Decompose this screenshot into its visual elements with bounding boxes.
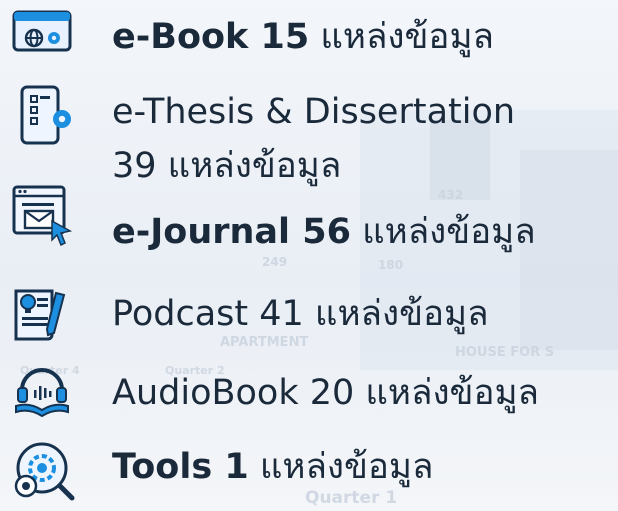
ebook-name: e-Book 15 bbox=[112, 17, 310, 57]
email-window-icon bbox=[12, 185, 74, 247]
audiobook-label: AudioBook 20 แหล่งข้อมูล bbox=[112, 373, 540, 413]
idea-document-icon bbox=[12, 283, 74, 345]
ejournal-label: e-Journal 56 แหล่งข้อมูล bbox=[112, 205, 536, 259]
ethesis-label: e-Thesis & Dissertation bbox=[112, 92, 516, 132]
podcast-label: Podcast 41 แหล่งข้อมูล bbox=[112, 294, 489, 334]
ebook-label: e-Book 15 แหล่งข้อมูล bbox=[112, 10, 494, 64]
tools-name: Tools 1 bbox=[112, 447, 249, 487]
web-settings-icon bbox=[12, 10, 74, 72]
ethesis-count: 39 แหล่งข้อมูล bbox=[112, 146, 342, 186]
tools-label: Tools 1 แหล่งข้อมูล bbox=[112, 440, 433, 494]
bg-label-house: HOUSE FOR S bbox=[455, 345, 555, 360]
ejournal-name: e-Journal 56 bbox=[112, 212, 351, 252]
ebook-suffix: แหล่งข้อมูล bbox=[309, 17, 494, 57]
gear-search-icon bbox=[10, 440, 75, 502]
mobile-settings-icon bbox=[18, 85, 80, 147]
tools-suffix: แหล่งข้อมูล bbox=[248, 447, 434, 487]
bg-number-3: 180 bbox=[378, 258, 404, 272]
ejournal-suffix: แหล่งข้อมูล bbox=[350, 212, 536, 252]
audiobook-icon bbox=[12, 356, 74, 418]
bg-number-1: 432 bbox=[438, 188, 464, 202]
